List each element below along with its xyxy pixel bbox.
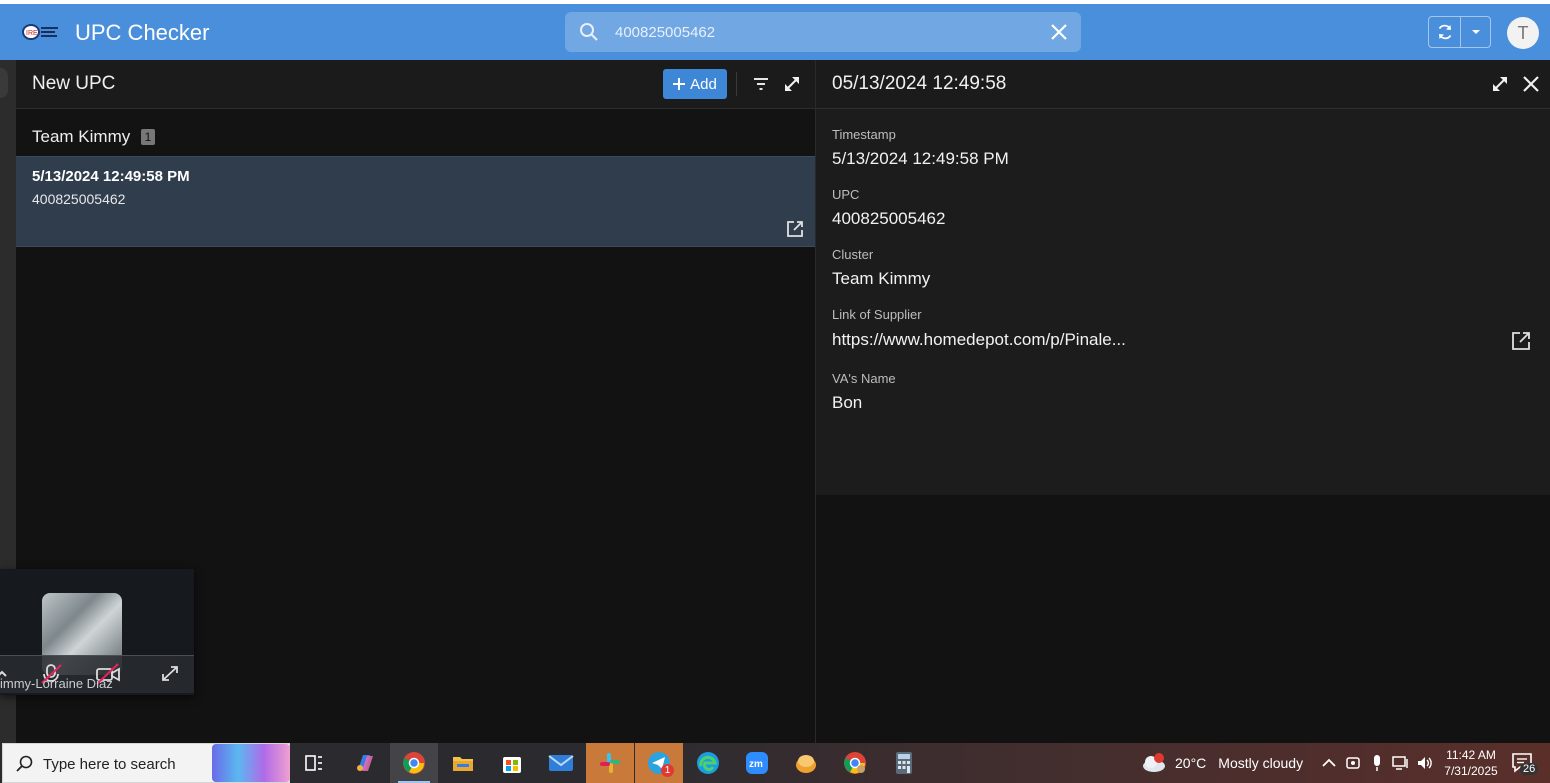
- detail-panel: 05/13/2024 12:49:58 Timestamp 5/13/2024 …: [815, 60, 1550, 743]
- search-icon: [580, 23, 598, 41]
- detail-title: 05/13/2024 12:49:58: [832, 73, 1007, 94]
- app-title: UPC Checker: [75, 20, 210, 45]
- calculator-icon[interactable]: [880, 743, 928, 783]
- sync-button[interactable]: [1429, 17, 1461, 47]
- telegram-unread-badge: 1: [661, 764, 674, 777]
- list-item-upc: 400825005462: [32, 191, 126, 207]
- call-widget[interactable]: immy-Lorraine Diaz: [0, 569, 194, 695]
- expand-icon[interactable]: [1490, 74, 1510, 94]
- chrome-profile-icon[interactable]: [831, 743, 879, 783]
- field-value-upc: 400825005462: [832, 209, 946, 228]
- field-label-upc: UPC: [832, 187, 860, 202]
- add-button-label: Add: [690, 75, 717, 93]
- supplier-link[interactable]: https://www.homedepot.com/p/Pinale...: [832, 330, 1126, 350]
- weather-condition: Mostly cloudy: [1218, 755, 1304, 771]
- close-icon[interactable]: [1521, 74, 1541, 94]
- search-input[interactable]: [615, 20, 1015, 44]
- microsoft-store-icon[interactable]: [488, 743, 536, 783]
- meet-now-icon[interactable]: [1344, 754, 1362, 772]
- field-value-cluster: Team Kimmy: [832, 269, 931, 288]
- rail-handle[interactable]: [0, 68, 8, 98]
- volume-icon[interactable]: [1416, 754, 1434, 772]
- telegram-icon[interactable]: 1: [635, 743, 683, 783]
- chrome-icon[interactable]: [390, 743, 438, 783]
- notification-count-badge: 26: [1520, 763, 1539, 775]
- cloud-icon: [1141, 753, 1167, 773]
- list-title: New UPC: [32, 73, 116, 94]
- filter-icon[interactable]: [751, 74, 771, 94]
- sync-icon: [1438, 24, 1451, 40]
- file-explorer-icon[interactable]: [439, 743, 487, 783]
- zoom-icon[interactable]: zm: [733, 743, 781, 783]
- clock-time: 11:42 AM: [1446, 748, 1496, 762]
- orange-app-icon[interactable]: [782, 743, 830, 783]
- open-external-icon[interactable]: [785, 219, 805, 239]
- mail-icon[interactable]: [537, 743, 585, 783]
- detail-body: Timestamp 5/13/2024 12:49:58 PM UPC 4008…: [816, 109, 1550, 495]
- field-value-va-name: Bon: [832, 393, 863, 412]
- sync-dropdown-button[interactable]: [1461, 17, 1491, 47]
- slack-icon[interactable]: [586, 743, 634, 783]
- field-value-timestamp: 5/13/2024 12:49:58 PM: [832, 149, 1009, 168]
- weather-widget[interactable]: 20°C Mostly cloudy: [1141, 743, 1303, 783]
- group-count-badge: 1: [141, 129, 155, 145]
- network-icon[interactable]: [1392, 754, 1410, 772]
- chevron-up-icon[interactable]: [1320, 754, 1338, 772]
- field-label-supplier-link: Link of Supplier: [832, 307, 922, 322]
- copilot-icon[interactable]: [341, 743, 389, 783]
- company-logo: IRE: [22, 24, 58, 40]
- sync-button-group: [1428, 16, 1491, 48]
- expand-icon[interactable]: [782, 74, 802, 94]
- svg-text:IRE: IRE: [26, 30, 38, 37]
- search-bar: [565, 12, 1081, 52]
- open-external-icon[interactable]: [1510, 330, 1532, 352]
- clear-search-icon[interactable]: [1049, 22, 1069, 42]
- list-item-timestamp: 5/13/2024 12:49:58 PM: [32, 168, 190, 185]
- field-label-timestamp: Timestamp: [832, 127, 896, 142]
- field-label-cluster: Cluster: [832, 247, 874, 262]
- list-header: New UPC Add: [16, 60, 815, 109]
- task-view-icon[interactable]: [290, 743, 338, 783]
- fullscreen-icon[interactable]: [157, 662, 183, 686]
- header-divider: [736, 72, 737, 96]
- search-highlight-image[interactable]: [212, 744, 290, 782]
- svg-text:zm: zm: [749, 759, 763, 770]
- list-item[interactable]: 5/13/2024 12:49:58 PM 400825005462: [16, 156, 815, 247]
- clock-date: 7/31/2025: [1444, 764, 1498, 778]
- plus-icon: [673, 78, 686, 90]
- taskbar-search-placeholder: Type here to search: [43, 756, 176, 773]
- system-clock[interactable]: 11:42 AM 7/31/2025: [1440, 747, 1502, 779]
- app-bar: IRE UPC Checker 400825005462 T: [0, 4, 1550, 60]
- add-button[interactable]: Add: [663, 69, 727, 99]
- microphone-icon[interactable]: [1368, 754, 1386, 772]
- group-header[interactable]: Team Kimmy 1: [16, 109, 815, 156]
- chevron-down-icon: [1472, 30, 1480, 34]
- edge-icon[interactable]: [684, 743, 732, 783]
- detail-header: 05/13/2024 12:49:58: [816, 60, 1550, 109]
- windows-taskbar: Type here to search 1 zm 20°C Mostly clo…: [0, 743, 1550, 783]
- group-label: Team Kimmy: [32, 127, 131, 146]
- field-label-va-name: VA's Name: [832, 371, 896, 386]
- user-avatar[interactable]: T: [1507, 17, 1539, 49]
- search-icon: [16, 755, 33, 772]
- weather-temperature: 20°C: [1175, 755, 1207, 771]
- participant-name: immy-Lorraine Diaz: [0, 676, 113, 691]
